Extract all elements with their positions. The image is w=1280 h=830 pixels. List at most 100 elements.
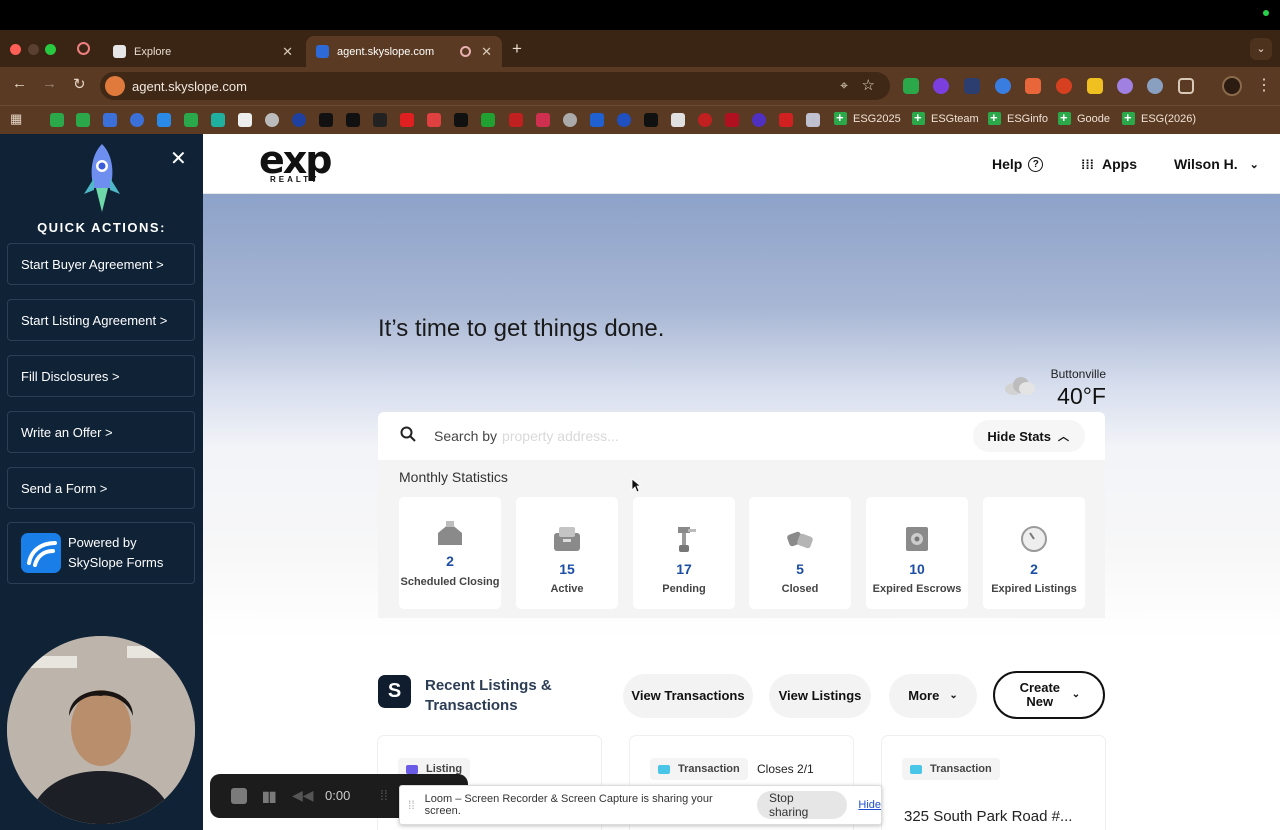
browser-menu-icon[interactable]: ⋮: [1256, 75, 1272, 95]
stop-recording-button[interactable]: [231, 788, 247, 804]
view-listings-button[interactable]: View Listings: [769, 674, 871, 718]
bookmark-icon[interactable]: [725, 113, 739, 127]
tab-search-button[interactable]: ⌄: [1250, 38, 1272, 60]
bookmark-icon[interactable]: [590, 113, 604, 127]
bookmark-icon[interactable]: [509, 113, 523, 127]
maximize-window-button[interactable]: [45, 44, 56, 55]
restart-icon[interactable]: ◀◀: [292, 787, 314, 804]
stat-card-closed[interactable]: 5 Closed: [749, 497, 851, 609]
hide-stats-button[interactable]: Hide Stats ︿: [973, 420, 1085, 452]
stop-sharing-button[interactable]: Stop sharing: [756, 791, 848, 819]
bookmark-icon[interactable]: [400, 113, 414, 127]
bookmark-goode[interactable]: Goode: [1058, 110, 1110, 125]
bookmark-icon[interactable]: [617, 113, 631, 127]
recent-listings-title: Recent Listings & Transactions: [425, 677, 552, 714]
bookmark-icon[interactable]: [373, 113, 387, 127]
drag-handle-icon[interactable]: ⁞⁞: [380, 787, 388, 803]
start-buyer-agreement-button[interactable]: Start Buyer Agreement >: [7, 243, 195, 285]
bookmark-icon[interactable]: [184, 113, 198, 127]
stat-label: Expired Listings: [991, 583, 1077, 595]
stat-card-expired-escrows[interactable]: 10 Expired Escrows: [866, 497, 968, 609]
bookmark-esginfo[interactable]: ESGinfo: [988, 110, 1048, 125]
more-button[interactable]: More ⌄: [889, 674, 977, 718]
location-icon[interactable]: ⌖: [840, 77, 848, 94]
bookmark-icon[interactable]: [76, 113, 90, 127]
minimize-window-button[interactable]: [28, 44, 39, 55]
address-bar[interactable]: agent.skyslope.com ⌖ ☆: [100, 72, 890, 100]
extension-g-icon[interactable]: [1025, 78, 1041, 94]
bookmark-esg2026[interactable]: ESG(2026): [1122, 110, 1196, 125]
extension-check-icon[interactable]: [903, 78, 919, 94]
close-sidebar-button[interactable]: ✕: [170, 146, 187, 171]
bookmark-icon[interactable]: [319, 113, 333, 127]
start-listing-agreement-button[interactable]: Start Listing Agreement >: [7, 299, 195, 341]
tab-explore[interactable]: Explore ✕: [103, 36, 303, 67]
stat-card-expired-listings[interactable]: 2 Expired Listings: [983, 497, 1085, 609]
bookmark-icon[interactable]: [481, 113, 495, 127]
bookmark-icon[interactable]: [50, 113, 64, 127]
profile-avatar[interactable]: [1222, 76, 1242, 96]
view-transactions-button[interactable]: View Transactions: [623, 674, 753, 718]
bookmark-icon[interactable]: [211, 113, 225, 127]
back-button[interactable]: ←: [12, 75, 27, 92]
bookmark-star-icon[interactable]: ☆: [862, 76, 875, 94]
bookmark-icon[interactable]: [103, 113, 117, 127]
stat-label: Closed: [781, 583, 819, 595]
bookmark-esg2025[interactable]: ESG2025: [834, 110, 901, 125]
bookmark-icon[interactable]: [454, 113, 468, 127]
hide-banner-link[interactable]: Hide: [858, 799, 881, 811]
close-window-button[interactable]: [10, 44, 21, 55]
bookmark-icon[interactable]: [157, 113, 171, 127]
tab-skyslope[interactable]: agent.skyslope.com ✕: [306, 36, 502, 67]
bookmark-icon[interactable]: [346, 113, 360, 127]
apps-grid-icon[interactable]: ▦: [10, 111, 24, 126]
search-placeholder[interactable]: property address...: [502, 428, 619, 444]
property-search-bar[interactable]: Search by property address... Hide Stats…: [378, 412, 1105, 460]
fill-disclosures-button[interactable]: Fill Disclosures >: [7, 355, 195, 397]
help-button[interactable]: Help ?: [992, 156, 1044, 172]
site-info-icon[interactable]: [105, 76, 125, 96]
powered-by-skyslope-forms[interactable]: Powered by SkySlope Forms: [7, 522, 195, 584]
close-tab-icon[interactable]: ✕: [282, 44, 293, 60]
bookmark-icon[interactable]: [698, 113, 712, 127]
extension-shield-icon[interactable]: [1147, 78, 1163, 94]
bookmark-icon[interactable]: [238, 113, 252, 127]
bookmark-icon[interactable]: [536, 113, 550, 127]
extension-fox-icon[interactable]: [1056, 78, 1072, 94]
extension-smile-icon[interactable]: [1087, 78, 1103, 94]
forward-button[interactable]: →: [42, 75, 57, 92]
bookmark-icon[interactable]: [671, 113, 685, 127]
bookmark-icon[interactable]: [427, 113, 441, 127]
apps-button[interactable]: ⁞⁞⁞ Apps: [1081, 156, 1137, 172]
create-new-button[interactable]: Create New ⌄: [993, 671, 1105, 719]
exp-realty-logo[interactable]: exp REALTY: [259, 141, 332, 184]
extension-circle-icon[interactable]: [933, 78, 949, 94]
extension-cloud-icon[interactable]: [1117, 78, 1133, 94]
drag-handle-icon[interactable]: ⁞⁞: [408, 798, 415, 812]
close-tab-icon[interactable]: ✕: [481, 44, 492, 60]
stat-card-pending[interactable]: 17 Pending: [633, 497, 735, 609]
bookmark-icon[interactable]: [563, 113, 577, 127]
extensions-puzzle-icon[interactable]: [1178, 78, 1194, 94]
write-an-offer-button[interactable]: Write an Offer >: [7, 411, 195, 453]
webcam-bubble[interactable]: [7, 636, 195, 824]
bookmark-esgteam[interactable]: ESGteam: [912, 110, 979, 125]
chevron-up-icon: ︿: [1058, 431, 1069, 443]
extension-dots-icon[interactable]: [964, 78, 980, 94]
bookmark-icon[interactable]: [779, 113, 793, 127]
stat-card-scheduled-closing[interactable]: 2 Scheduled Closing: [399, 497, 501, 609]
bookmark-icon[interactable]: [806, 113, 820, 127]
extension-gear-icon[interactable]: [995, 78, 1011, 94]
bookmark-icon[interactable]: [292, 113, 306, 127]
reload-button[interactable]: ↻: [73, 75, 86, 93]
bookmark-icon[interactable]: [644, 113, 658, 127]
user-menu[interactable]: Wilson H. ⌄: [1174, 156, 1259, 172]
new-tab-button[interactable]: +: [512, 39, 522, 59]
bookmark-icon[interactable]: [265, 113, 279, 127]
stat-card-active[interactable]: 15 Active: [516, 497, 618, 609]
bookmark-icon[interactable]: [752, 113, 766, 127]
pause-icon[interactable]: ▮▮: [262, 788, 276, 805]
recent-card-transaction[interactable]: Transaction 325 South Park Road #...: [882, 736, 1105, 830]
send-a-form-button[interactable]: Send a Form >: [7, 467, 195, 509]
bookmark-icon[interactable]: [130, 113, 144, 127]
